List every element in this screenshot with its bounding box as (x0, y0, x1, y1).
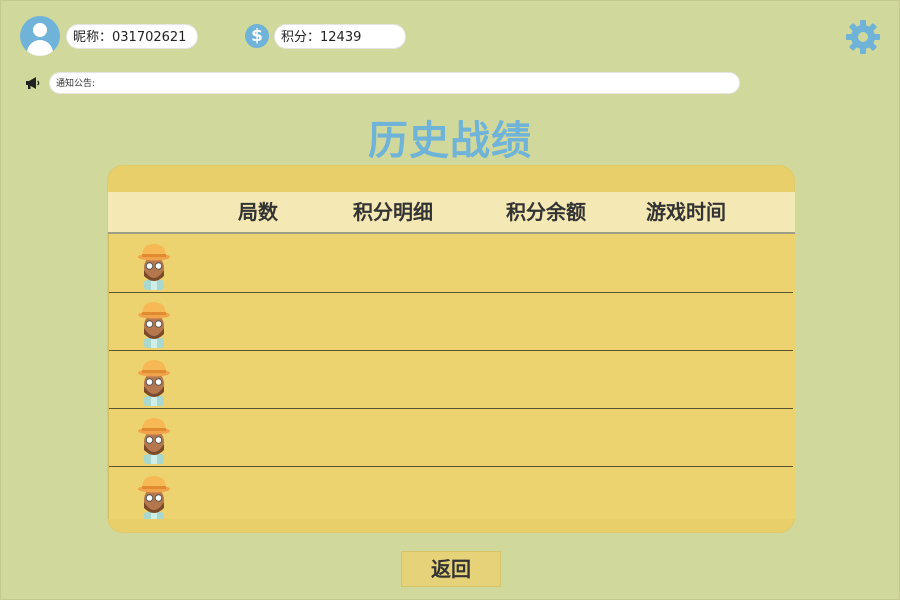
page-title: 历史战绩 (368, 118, 532, 164)
table-row[interactable] (109, 234, 793, 293)
table-row[interactable] (109, 408, 793, 467)
table-row[interactable] (109, 350, 793, 409)
notice-bar: 通知公告: (49, 72, 740, 94)
table-row[interactable] (109, 466, 793, 519)
player-avatar-icon (138, 244, 170, 290)
dollar-coin-icon: $ (245, 24, 269, 48)
column-header-time: 游戏时间 (646, 200, 726, 224)
back-button[interactable]: 返回 (401, 551, 501, 587)
score-display: 积分：12439 (274, 24, 406, 49)
table-row[interactable] (109, 292, 793, 351)
megaphone-icon (26, 77, 40, 89)
player-avatar-icon (138, 302, 170, 348)
user-avatar-icon[interactable] (20, 16, 60, 56)
column-header-round: 局数 (238, 200, 278, 224)
table-header: 局数 积分明细 积分余额 游戏时间 (108, 192, 795, 234)
player-avatar-icon (138, 476, 170, 519)
player-avatar-icon (138, 360, 170, 406)
nickname-display: 昵称：031702621 (66, 24, 198, 49)
history-table-body (108, 234, 795, 519)
column-header-balance: 积分余额 (506, 200, 586, 224)
column-header-detail: 积分明细 (353, 200, 433, 224)
player-avatar-icon (138, 418, 170, 464)
gear-icon[interactable] (845, 19, 881, 55)
